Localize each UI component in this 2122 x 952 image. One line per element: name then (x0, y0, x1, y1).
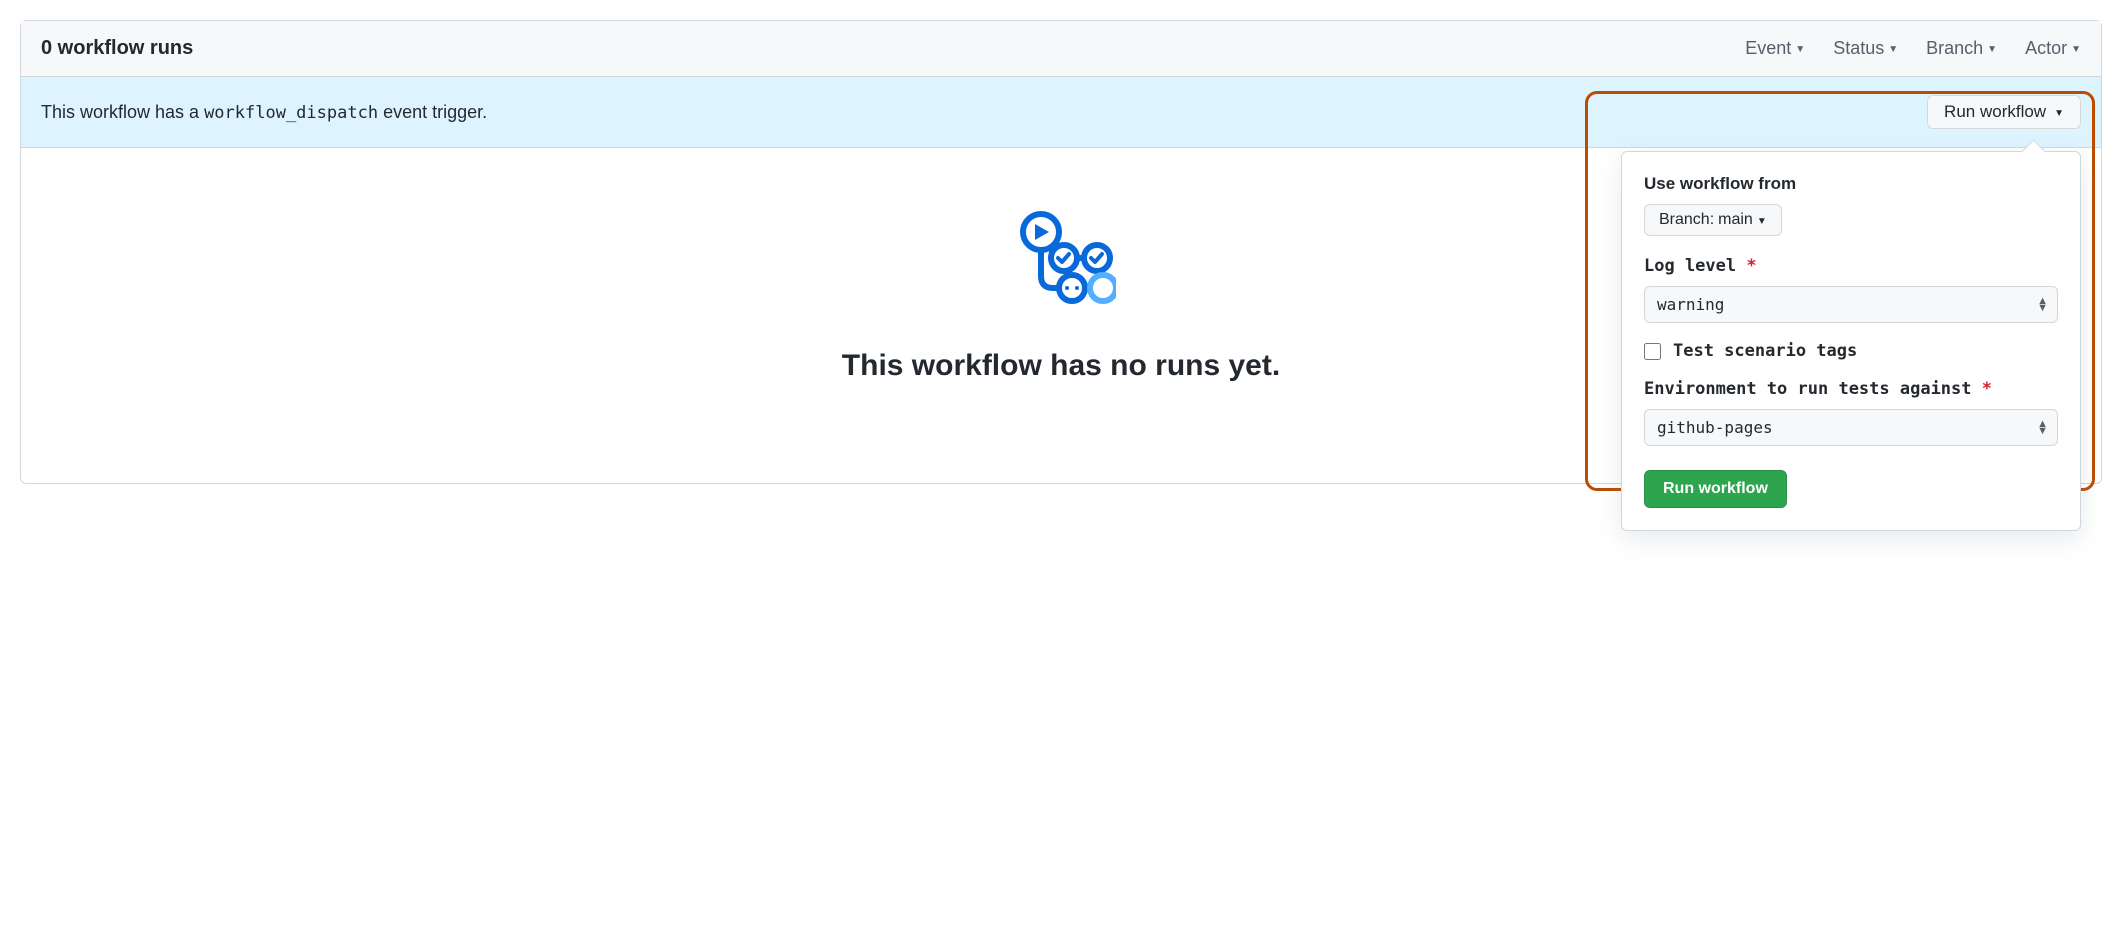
caret-down-icon: ▼ (1987, 44, 1997, 55)
filter-status[interactable]: Status ▼ (1833, 38, 1898, 59)
branch-value: main (1718, 211, 1753, 229)
environment-label: Environment to run tests against * (1644, 379, 2058, 399)
workflow-runs-container: 0 workflow runs Event ▼ Status ▼ Branch … (20, 20, 2102, 484)
run-workflow-submit-button[interactable]: Run workflow (1644, 470, 1787, 508)
filter-status-label: Status (1833, 38, 1884, 59)
log-level-label: Log level * (1644, 256, 2058, 276)
workflow-empty-icon (1006, 208, 1116, 321)
filter-actor[interactable]: Actor ▼ (2025, 38, 2081, 59)
dispatch-code: workflow_dispatch (204, 103, 378, 123)
filter-event[interactable]: Event ▼ (1745, 38, 1805, 59)
filter-branch[interactable]: Branch ▼ (1926, 38, 1997, 59)
required-asterisk: * (1746, 256, 1756, 276)
filter-bar: Event ▼ Status ▼ Branch ▼ Actor ▼ (1745, 38, 2081, 59)
test-scenario-checkbox[interactable] (1644, 343, 1661, 360)
filter-actor-label: Actor (2025, 38, 2067, 59)
required-asterisk: * (1982, 379, 1992, 399)
test-scenario-label: Test scenario tags (1673, 341, 1857, 361)
run-workflow-panel: Use workflow from Branch: main ▼ Log lev… (1621, 151, 2081, 531)
branch-selector-button[interactable]: Branch: main ▼ (1644, 204, 1782, 236)
filter-branch-label: Branch (1926, 38, 1983, 59)
caret-down-icon: ▼ (1888, 44, 1898, 55)
caret-down-icon: ▼ (2071, 44, 2081, 55)
run-workflow-dropdown-button[interactable]: Run workflow ▼ (1927, 95, 2081, 129)
caret-down-icon: ▼ (1795, 44, 1805, 55)
filter-event-label: Event (1745, 38, 1791, 59)
caret-down-icon: ▼ (2054, 108, 2064, 119)
dispatch-banner: This workflow has a workflow_dispatch ev… (21, 77, 2101, 148)
log-level-select[interactable]: warning (1644, 286, 2058, 323)
run-workflow-label: Run workflow (1944, 102, 2046, 122)
branch-prefix: Branch: (1659, 211, 1714, 229)
list-header: 0 workflow runs Event ▼ Status ▼ Branch … (21, 21, 2101, 77)
caret-down-icon: ▼ (1757, 216, 1767, 227)
empty-title: This workflow has no runs yet. (842, 349, 1280, 383)
banner-text: This workflow has a workflow_dispatch ev… (41, 102, 487, 123)
use-workflow-from-label: Use workflow from (1644, 174, 2058, 194)
environment-select[interactable]: github-pages (1644, 409, 2058, 446)
runs-count-heading: 0 workflow runs (41, 37, 193, 60)
